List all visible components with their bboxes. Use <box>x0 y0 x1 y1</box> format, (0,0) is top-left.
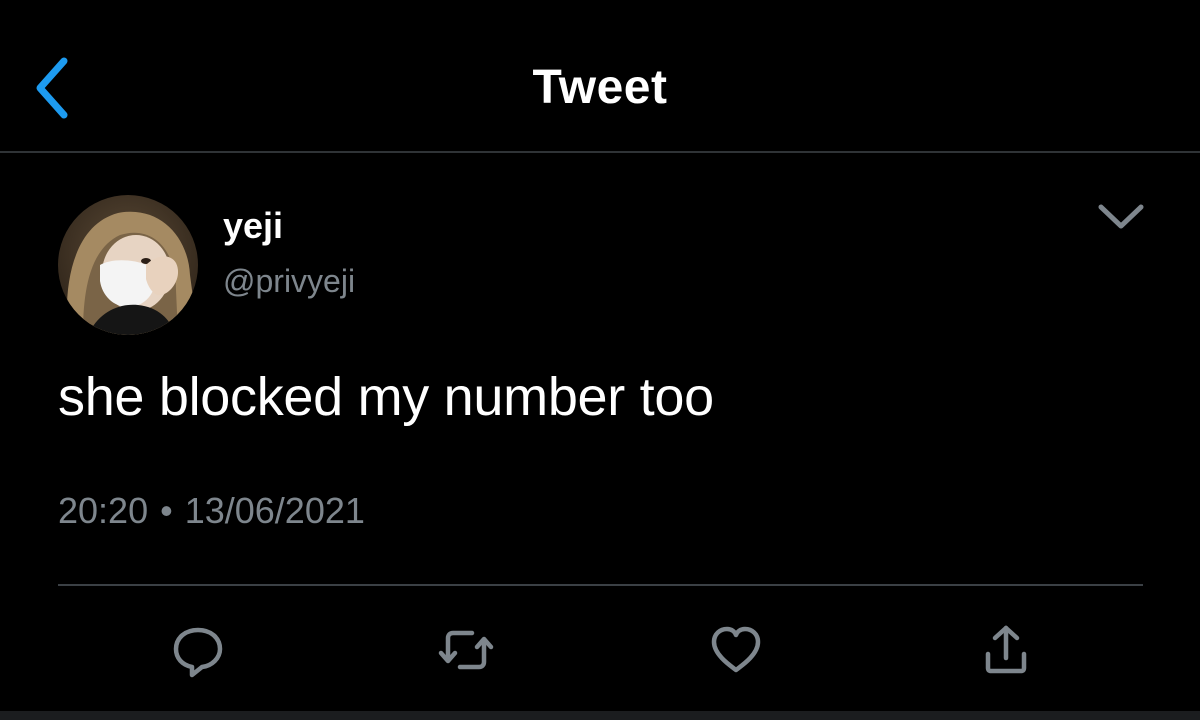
reply-icon <box>173 627 223 678</box>
heart-icon <box>711 626 761 673</box>
tweet-time: 20:20 <box>58 490 149 531</box>
page-title: Tweet <box>532 61 668 114</box>
tweet-timestamp[interactable]: 20:20 • 13/06/2021 <box>58 490 365 532</box>
retweet-icon <box>438 630 494 670</box>
header-divider <box>0 151 1200 153</box>
chevron-down-icon <box>1098 204 1144 229</box>
share-button[interactable] <box>976 620 1036 680</box>
tweet-text: she blocked my number too <box>58 367 714 427</box>
actions-divider <box>58 584 1143 586</box>
avatar[interactable] <box>58 195 198 335</box>
avatar-image <box>58 195 198 335</box>
tweet-date: 13/06/2021 <box>184 490 365 531</box>
meta-separator: • <box>160 490 173 531</box>
like-button[interactable] <box>706 620 766 680</box>
bottom-edge <box>0 711 1200 720</box>
share-icon <box>985 625 1027 674</box>
top-bar: Tweet <box>0 0 1200 151</box>
display-name[interactable]: yeji <box>223 205 283 247</box>
reply-button[interactable] <box>168 620 228 680</box>
retweet-button[interactable] <box>436 620 496 680</box>
user-handle[interactable]: @privyeji <box>223 263 355 300</box>
more-options-button[interactable] <box>1092 195 1150 239</box>
